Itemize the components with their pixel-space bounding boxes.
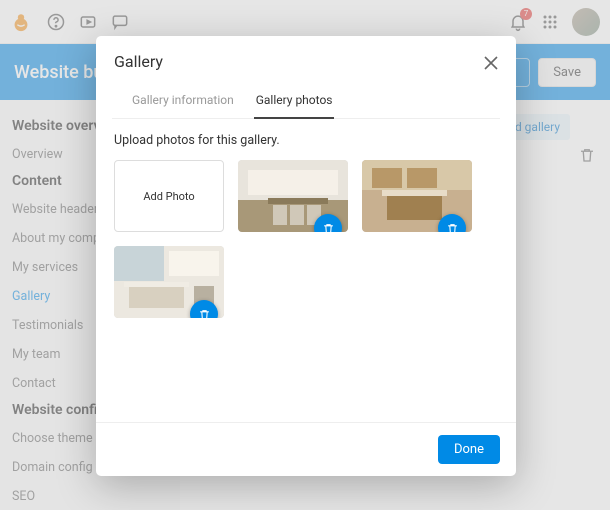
- tab-gallery-info[interactable]: Gallery information: [130, 83, 236, 118]
- modal-tabs: Gallery information Gallery photos: [112, 83, 500, 119]
- upload-hint: Upload photos for this gallery.: [114, 133, 498, 148]
- gallery-modal: Gallery Gallery information Gallery phot…: [96, 36, 516, 476]
- photo-tile: [238, 160, 348, 232]
- add-photo-tile[interactable]: Add Photo: [114, 160, 224, 232]
- photo-tile: [362, 160, 472, 232]
- tab-gallery-photos[interactable]: Gallery photos: [254, 83, 335, 119]
- photo-grid: Add Photo: [114, 160, 498, 318]
- close-icon[interactable]: [484, 55, 498, 69]
- photo-tile: [114, 246, 224, 318]
- done-button[interactable]: Done: [438, 435, 500, 464]
- modal-title: Gallery: [114, 52, 484, 71]
